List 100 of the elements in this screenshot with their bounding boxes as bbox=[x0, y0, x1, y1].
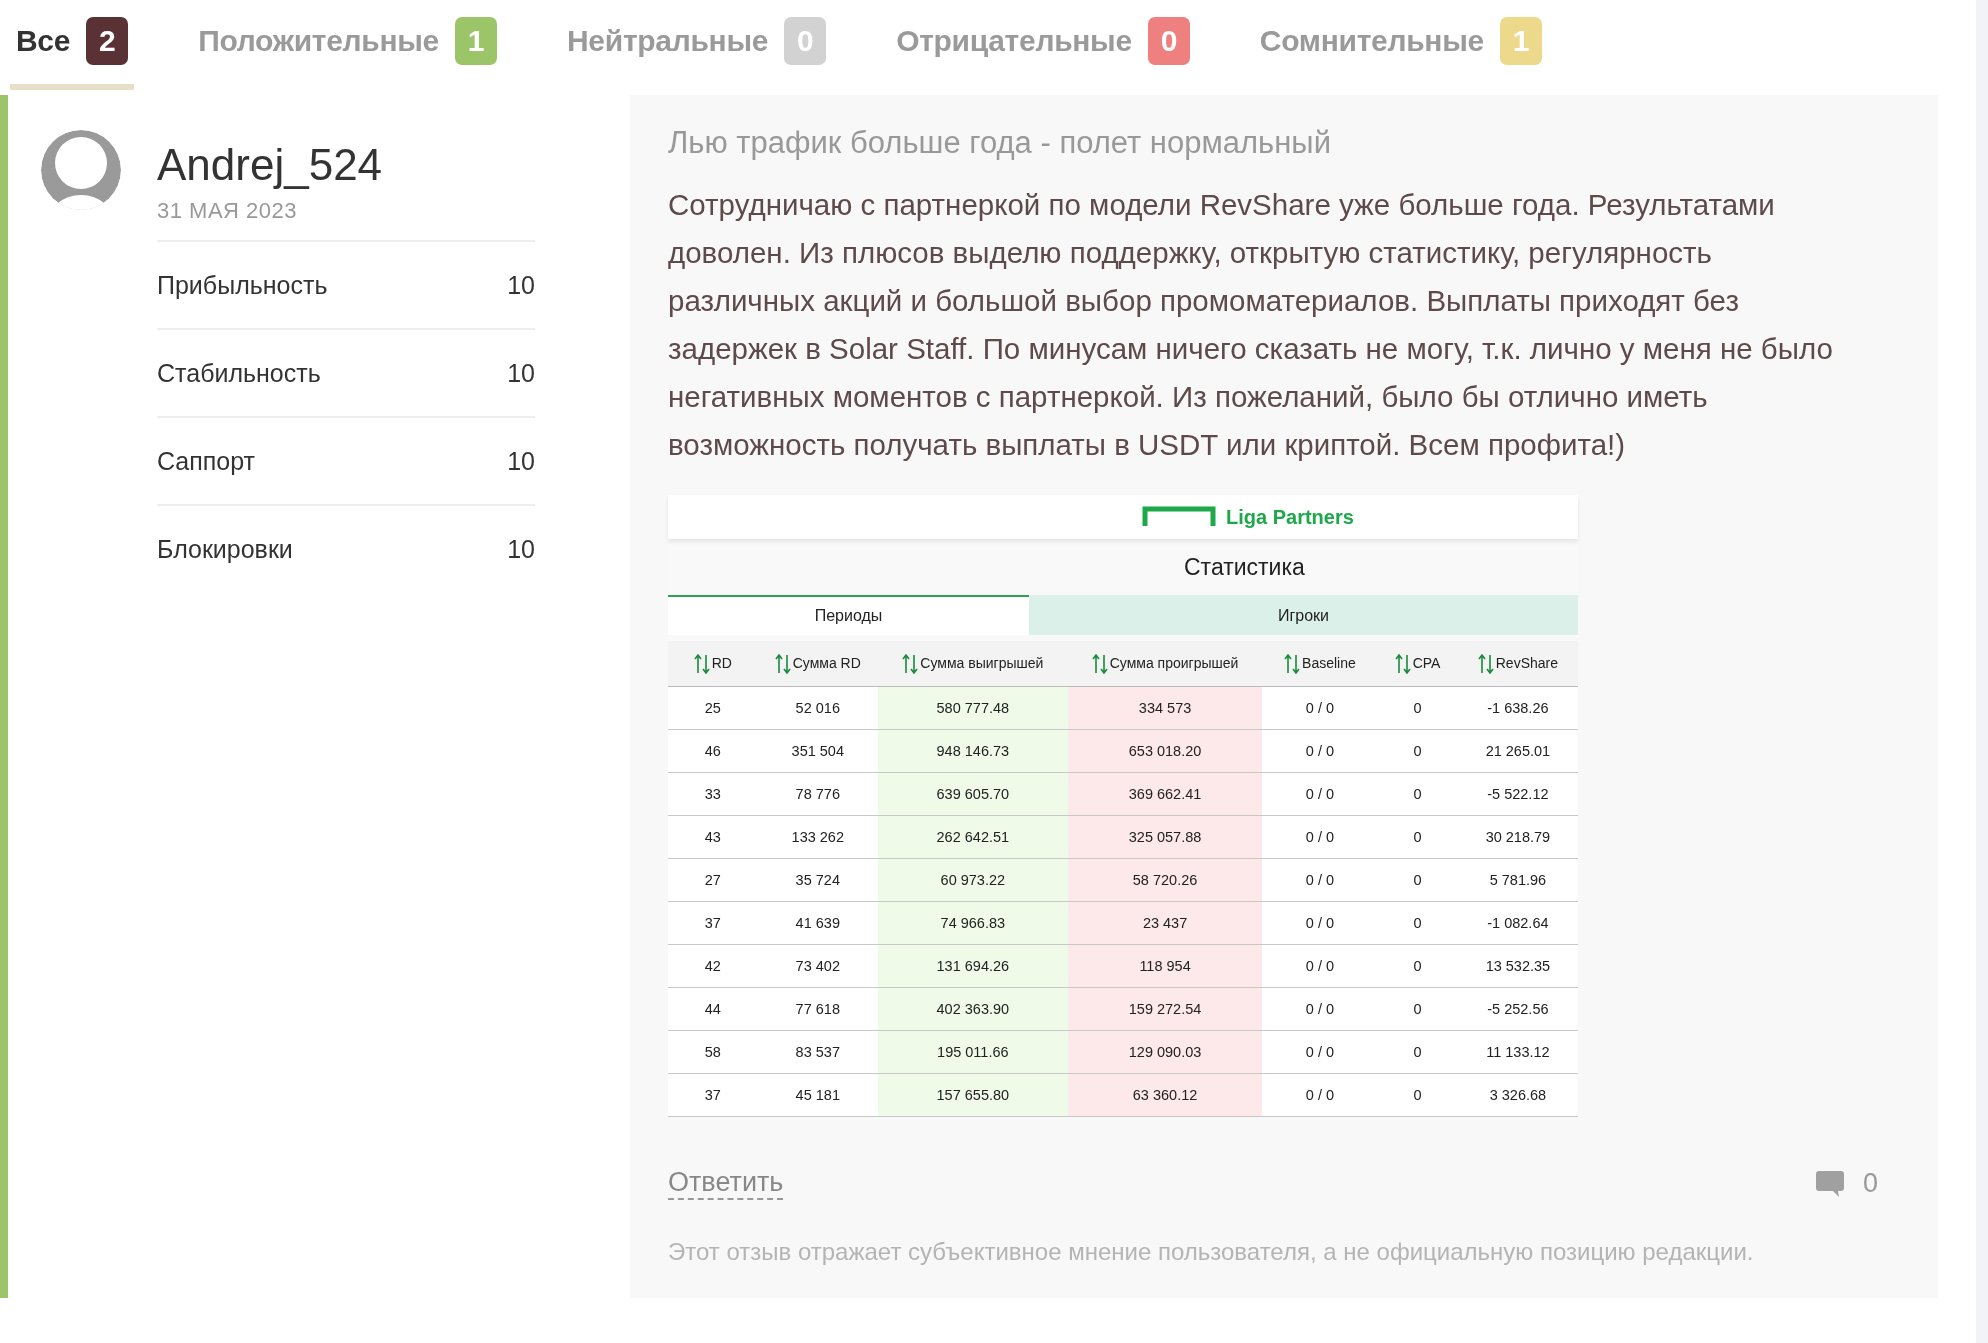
table-cell: 351 504 bbox=[757, 729, 878, 773]
table-cell: 13 532.35 bbox=[1457, 944, 1578, 988]
table-cell: 58 720.26 bbox=[1067, 858, 1263, 902]
table-cell: 402 363.90 bbox=[878, 987, 1068, 1031]
table-cell: 0 bbox=[1377, 901, 1458, 945]
bracket-icon bbox=[1142, 506, 1216, 528]
sort-arrows-icon bbox=[902, 653, 919, 674]
table-cell: 63 360.12 bbox=[1067, 1073, 1263, 1117]
stats-heading: Статистика bbox=[1184, 553, 1305, 581]
comment-count: 0 bbox=[1862, 1168, 1878, 1199]
table-cell: 33 bbox=[668, 772, 758, 816]
table-cell: 195 011.66 bbox=[878, 1030, 1068, 1074]
table-cell: 30 218.79 bbox=[1457, 815, 1578, 859]
table-cell: 60 973.22 bbox=[878, 858, 1068, 902]
table-cell: 133 262 bbox=[757, 815, 878, 859]
count-badge: 1 bbox=[1499, 16, 1542, 65]
table-cell: 580 777.48 bbox=[878, 686, 1068, 730]
table-cell: 0 bbox=[1377, 772, 1458, 816]
table-cell: 0 bbox=[1377, 1073, 1458, 1117]
table-cell: 5 781.96 bbox=[1457, 858, 1578, 902]
table-cell: 0 bbox=[1377, 815, 1458, 859]
sort-arrows-icon bbox=[1477, 653, 1494, 674]
table-cell: 0 / 0 bbox=[1262, 686, 1378, 730]
column-header[interactable]: Сумма проигрышей bbox=[1067, 641, 1263, 687]
table-cell: 52 016 bbox=[757, 686, 878, 730]
column-header[interactable]: Baseline bbox=[1262, 641, 1378, 687]
table-cell: 0 bbox=[1377, 729, 1458, 773]
sort-arrows-icon bbox=[693, 653, 710, 674]
table-cell: -1 082.64 bbox=[1457, 901, 1578, 945]
table-cell: 325 057.88 bbox=[1067, 815, 1263, 859]
table-cell: 639 605.70 bbox=[878, 772, 1068, 816]
table-cell: 35 724 bbox=[757, 858, 878, 902]
table-cell: 0 / 0 bbox=[1262, 987, 1378, 1031]
table-cell: 45 181 bbox=[757, 1073, 878, 1117]
table-cell: 157 655.80 bbox=[878, 1073, 1068, 1117]
table-cell: 131 694.26 bbox=[878, 944, 1068, 988]
table-cell: 74 966.83 bbox=[878, 901, 1068, 945]
table-cell: 27 bbox=[668, 858, 758, 902]
review-date: 31 МАЯ 2023 bbox=[157, 198, 299, 224]
table-cell: 83 537 bbox=[757, 1030, 878, 1074]
stats-tab[interactable]: Периоды bbox=[668, 595, 1029, 635]
table-cell: 0 / 0 bbox=[1262, 815, 1378, 859]
review-text: Сотрудничаю с партнеркой по модели RevShare уже больше года. Результатами доволен. Из плюсов выделю поддержку, открытую статистику, регулярность различных акций и большой выбор промоматериалов. Выплаты приходят без задержек в Solar Staff. По минусам ничего сказать не могу, т.к. лично у меня не было негативных моментов с партнеркой. Из пожеланий, было бы отлично иметь возможность получать выплаты в USDT или криптой. Всем профита!) bbox=[668, 187, 1834, 463]
table-cell: -5 522.12 bbox=[1457, 772, 1578, 816]
table-cell: 37 bbox=[668, 901, 758, 945]
table-cell: 653 018.20 bbox=[1067, 729, 1263, 773]
sort-arrows-icon bbox=[1284, 653, 1301, 674]
rating-label: Блокировки bbox=[157, 534, 293, 564]
table-cell: 42 bbox=[668, 944, 758, 988]
table-cell: 0 bbox=[1377, 944, 1458, 988]
count-badge: 0 bbox=[1147, 16, 1190, 65]
table-cell: 0 bbox=[1377, 686, 1458, 730]
table-cell: 44 bbox=[668, 987, 758, 1031]
table-cell: 73 402 bbox=[757, 944, 878, 988]
count-badge: 2 bbox=[86, 16, 129, 65]
table-cell: 0 / 0 bbox=[1262, 858, 1378, 902]
disclaimer-text: Этот отзыв отражает субъективное мнение пользователя, а не официальную позицию редакции. bbox=[668, 1238, 1755, 1266]
table-cell: 0 bbox=[1377, 1030, 1458, 1074]
table-cell: 43 bbox=[668, 815, 758, 859]
column-header[interactable]: RevShare bbox=[1457, 641, 1578, 687]
table-cell: 23 437 bbox=[1067, 901, 1263, 945]
table-cell: 334 573 bbox=[1067, 686, 1263, 730]
column-header[interactable]: Сумма выигрышей bbox=[878, 641, 1068, 687]
rating-value: 10 bbox=[507, 534, 535, 564]
table-cell: 118 954 bbox=[1067, 944, 1263, 988]
table-cell: 0 / 0 bbox=[1262, 901, 1378, 945]
sort-arrows-icon bbox=[774, 653, 791, 674]
stats-tab[interactable]: Игроки bbox=[1029, 595, 1578, 635]
logo-text: Liga Partners bbox=[1226, 505, 1354, 529]
table-cell: 0 bbox=[1377, 858, 1458, 902]
column-header[interactable]: CPA bbox=[1377, 641, 1458, 687]
comment-icon bbox=[1814, 1169, 1845, 1198]
column-header[interactable]: RD bbox=[668, 641, 758, 687]
rating-label: Стабильность bbox=[157, 358, 321, 388]
rating-value: 10 bbox=[507, 270, 535, 300]
table-cell: 159 272.54 bbox=[1067, 987, 1263, 1031]
table-cell: 46 bbox=[668, 729, 758, 773]
table-cell: 25 bbox=[668, 686, 758, 730]
table-cell: 77 618 bbox=[757, 987, 878, 1031]
table-cell: 0 / 0 bbox=[1262, 944, 1378, 988]
table-cell: 948 146.73 bbox=[878, 729, 1068, 773]
table-cell: 11 133.12 bbox=[1457, 1030, 1578, 1074]
author-name: Andrej_524 bbox=[157, 140, 383, 190]
table-cell: 58 bbox=[668, 1030, 758, 1074]
table-cell: 262 642.51 bbox=[878, 815, 1068, 859]
filter-tab[interactable]: Все 2 bbox=[10, 0, 135, 90]
table-cell: 0 / 0 bbox=[1262, 1030, 1378, 1074]
column-header[interactable]: Сумма RD bbox=[757, 641, 878, 687]
table-cell: 0 / 0 bbox=[1262, 1073, 1378, 1117]
table-cell: 41 639 bbox=[757, 901, 878, 945]
review-title: Лью трафик больше года - полет нормальный bbox=[668, 125, 1332, 161]
table-cell: -5 252.56 bbox=[1457, 987, 1578, 1031]
table-cell: 0 / 0 bbox=[1262, 729, 1378, 773]
table-cell: 21 265.01 bbox=[1457, 729, 1578, 773]
sort-arrows-icon bbox=[1091, 653, 1108, 674]
table-cell: -1 638.26 bbox=[1457, 686, 1578, 730]
table-cell: 37 bbox=[668, 1073, 758, 1117]
sort-arrows-icon bbox=[1394, 653, 1411, 674]
table-cell: 129 090.03 bbox=[1067, 1030, 1263, 1074]
table-cell: 0 / 0 bbox=[1262, 772, 1378, 816]
